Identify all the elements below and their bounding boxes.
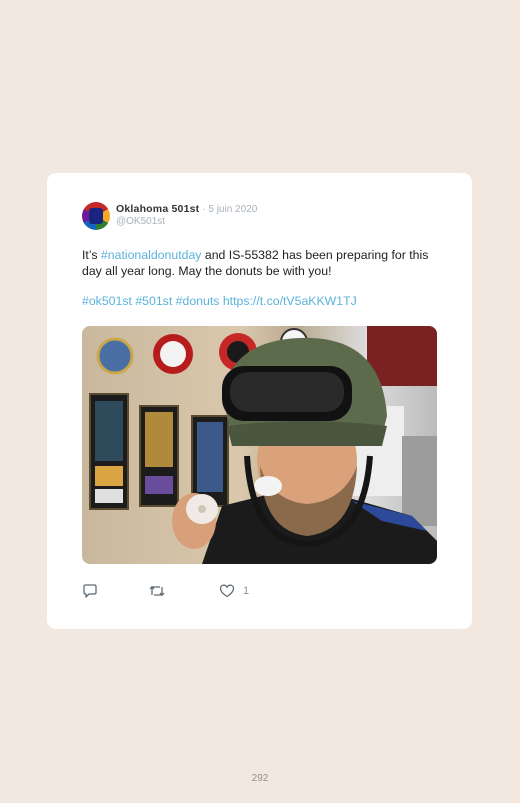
tweet-card: Oklahoma 501st · 5 juin 2020 @OK501st It… [47, 173, 472, 629]
retweet-icon [149, 585, 165, 597]
author-line: Oklahoma 501st · 5 juin 2020 [116, 203, 257, 215]
heart-icon [219, 584, 235, 598]
tweet-body: It’s #nationaldonutday and IS-55382 has … [82, 248, 447, 279]
photo-illustration [89, 326, 437, 564]
author-avatar[interactable] [82, 202, 110, 230]
reply-action[interactable] [82, 583, 98, 599]
hashtag-nationaldonutday[interactable]: #nationaldonutday [101, 248, 202, 262]
tweet-hashtags-link[interactable]: #ok501st #501st #donuts https://t.co/tV5… [82, 294, 447, 310]
tweet-actions: 1 [82, 583, 282, 605]
reply-icon [83, 584, 97, 598]
retweet-action[interactable] [148, 583, 166, 599]
like-action[interactable]: 1 [219, 583, 249, 599]
tweet-photo[interactable] [82, 326, 437, 564]
author-handle[interactable]: @OK501st [116, 216, 165, 227]
tweet-date[interactable]: · 5 juin 2020 [202, 204, 257, 215]
like-count: 1 [243, 585, 250, 597]
tweet-text: It’s #nationaldonutday and IS-55382 has … [82, 248, 447, 310]
author-name[interactable]: Oklahoma 501st [116, 203, 199, 215]
tweet-text-before: It’s [82, 248, 101, 262]
page-number: 292 [251, 773, 269, 784]
